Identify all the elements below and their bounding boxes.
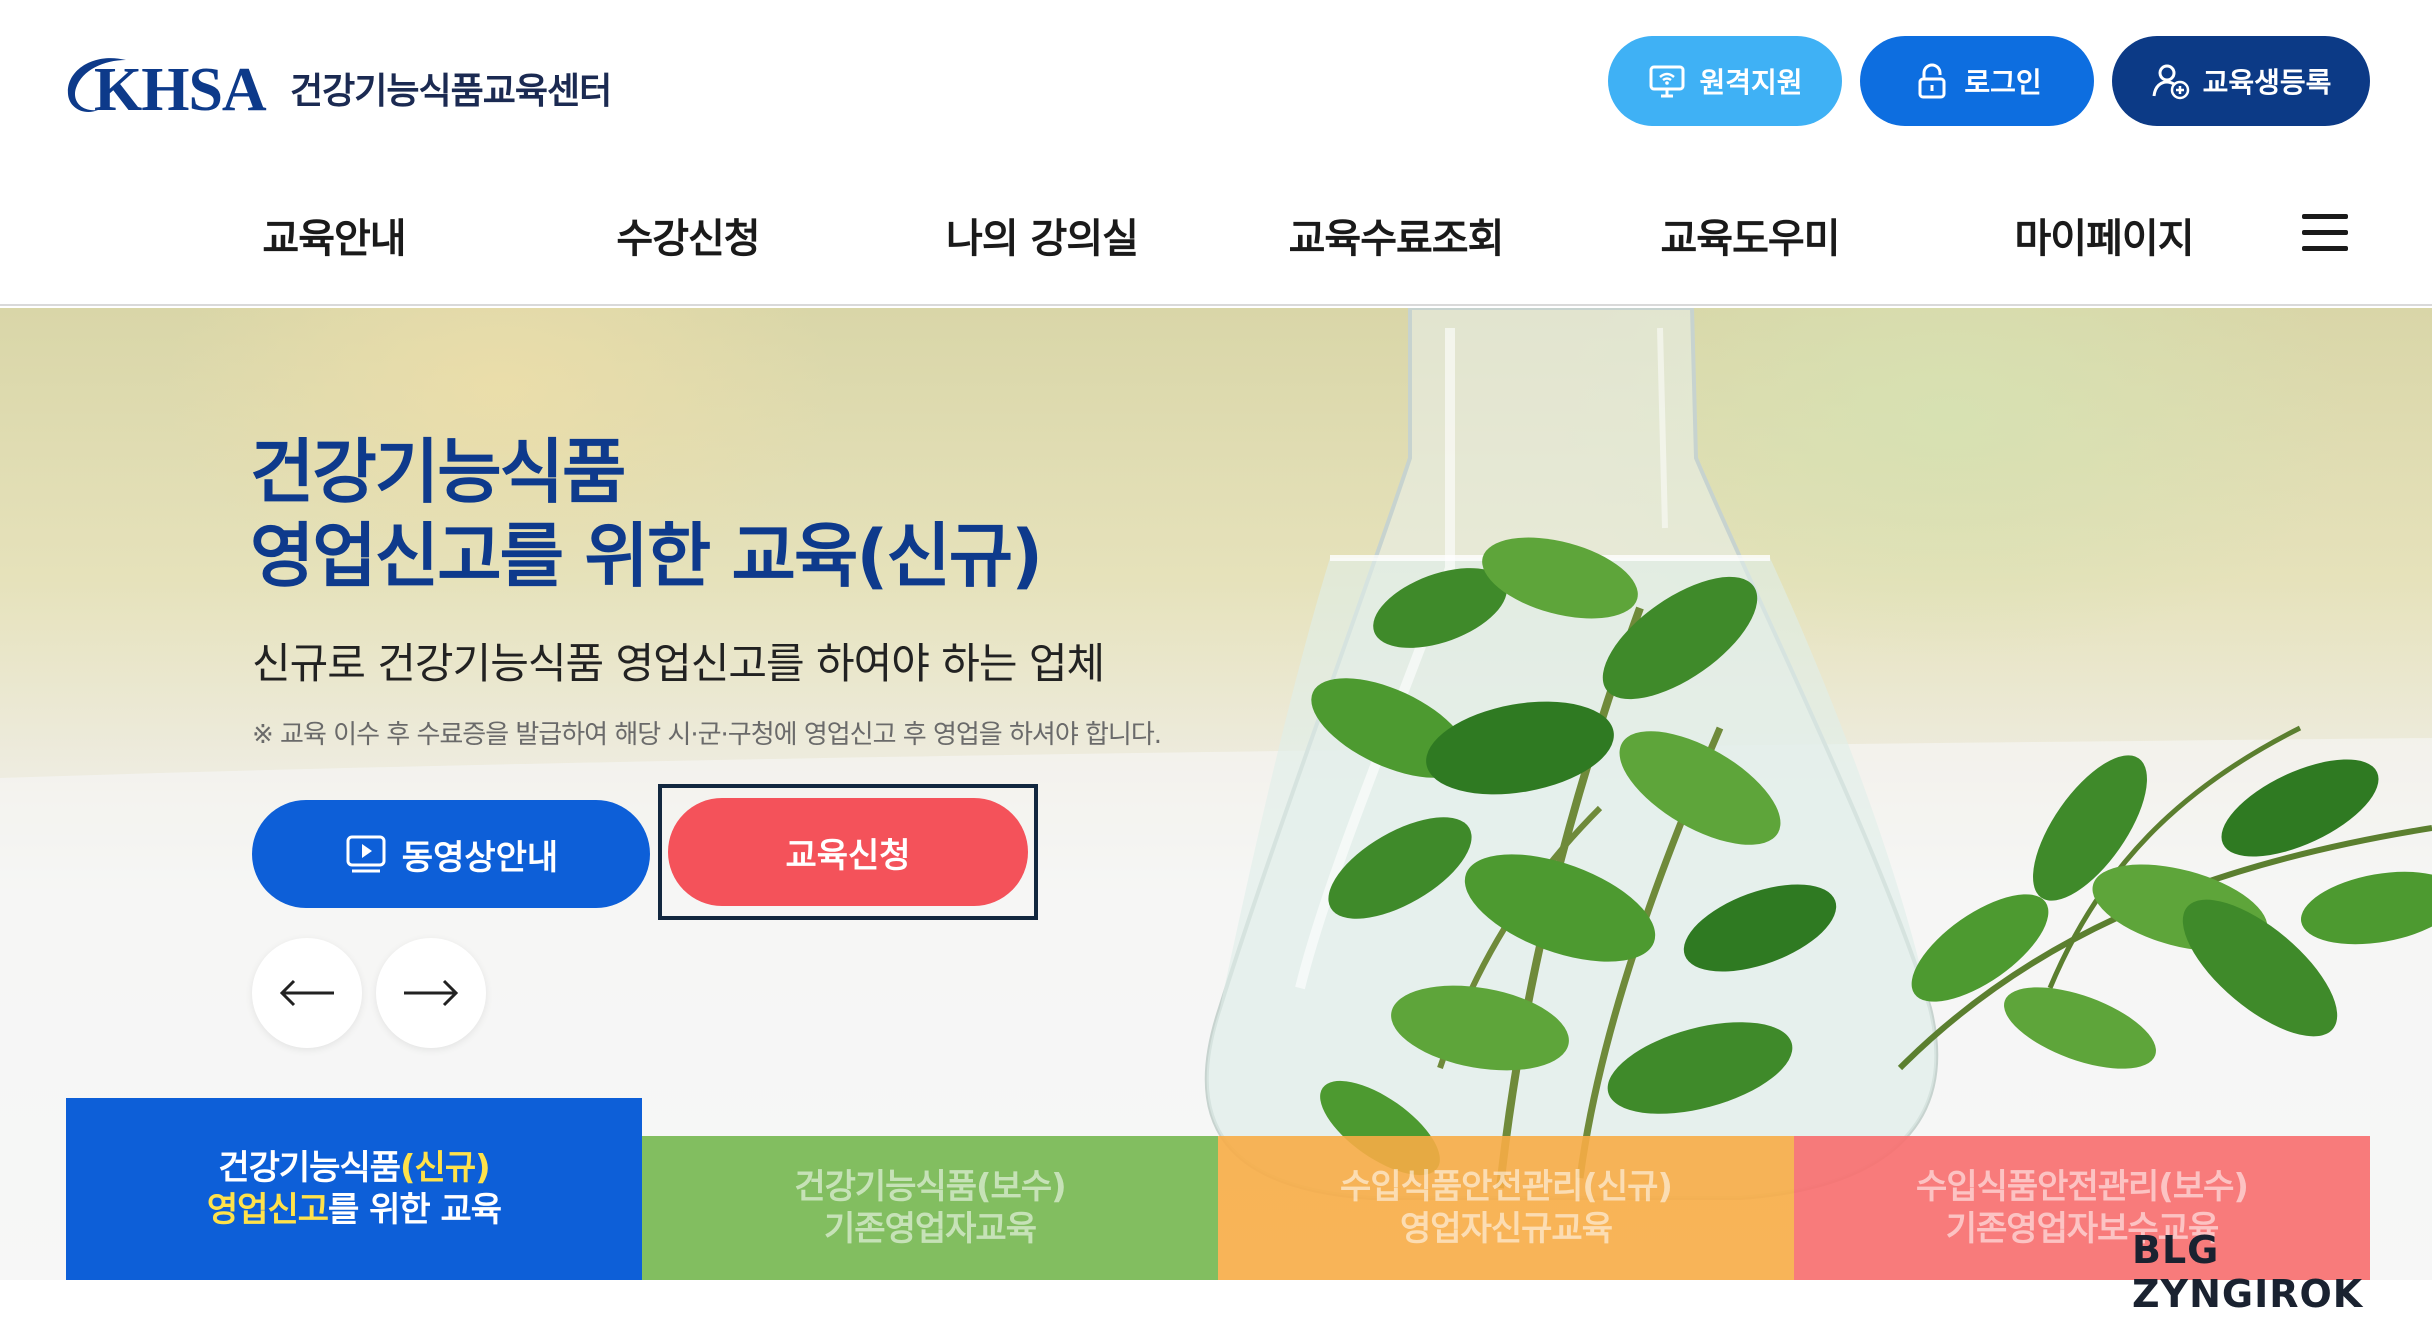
remote-support-button[interactable]: 원격지원 (1608, 36, 1842, 126)
tab-health-food-refresher[interactable]: 건강기능식품(보수) 기존영업자교육 (642, 1136, 1218, 1280)
apply-button-focus-frame: 교육신청 (658, 784, 1038, 920)
tab-3-line2: 영업자신규교육 (1400, 1209, 1613, 1249)
play-video-icon (346, 835, 386, 873)
tab-1-line2: 영업신고를 위한 교육 (206, 1189, 502, 1231)
register-label: 교육생등록 (2202, 66, 2332, 99)
tab-1-line1-text: 건강기능식품 (218, 1148, 401, 1188)
video-guide-label: 동영상안내 (401, 837, 559, 878)
user-add-icon (2152, 64, 2189, 100)
tab-health-food-new[interactable]: 건강기능식품(신규) 영업신고를 위한 교육 (66, 1098, 642, 1280)
login-label: 로그인 (1964, 66, 2042, 99)
hamburger-menu-icon[interactable] (2302, 214, 2348, 252)
main-navigation: 교육안내 수강신청 나의 강의실 교육수료조회 교육도우미 마이페이지 (0, 196, 2432, 276)
nav-item-education-helper[interactable]: 교육도우미 (1661, 206, 1841, 264)
tab-2-line1: 건강기능식품(보수) (794, 1167, 1066, 1207)
tab-1-line2-highlight: 영업신고 (206, 1190, 329, 1230)
logo-subtitle: 건강기능식품교육센터 (290, 71, 612, 112)
arrow-left-icon (279, 979, 334, 1007)
hero-banner: 건강기능식품 영업신고를 위한 교육(신규) 신규로 건강기능식품 영업신고를 … (0, 308, 2432, 1280)
lock-icon (1918, 63, 1946, 99)
course-tabs: 건강기능식품(신규) 영업신고를 위한 교육 건강기능식품(보수) 기존영업자교… (66, 1098, 2370, 1280)
video-guide-button[interactable]: 동영상안내 (252, 800, 650, 908)
hero-title-line2: 영업신고를 위한 교육(신규) (250, 515, 1043, 597)
tab-1-line1-highlight: (신규) (400, 1148, 491, 1188)
hero-note: ※ 교육 이수 후 수료증을 발급하여 해당 시·군·구청에 영업신고 후 영업… (252, 720, 1162, 750)
nav-item-completion-lookup[interactable]: 교육수료조회 (1289, 206, 1505, 264)
hero-subtitle: 신규로 건강기능식품 영업신고를 하여야 하는 업체 (252, 639, 1105, 688)
tab-1-line2-text: 를 위한 교육 (328, 1190, 502, 1230)
apply-education-button[interactable]: 교육신청 (668, 798, 1028, 906)
next-slide-button[interactable] (376, 938, 486, 1048)
arrow-right-icon (404, 979, 459, 1007)
tab-1-line1: 건강기능식품(신규) (218, 1147, 491, 1189)
tab-2-line2: 기존영업자교육 (824, 1209, 1037, 1249)
tab-4-line1: 수입식품안전관리(보수) (1916, 1167, 2249, 1207)
nav-item-mypage[interactable]: 마이페이지 (2015, 206, 2195, 264)
login-button[interactable]: 로그인 (1860, 36, 2094, 126)
site-logo[interactable]: KHSA 건강기능식품교육센터 (64, 48, 612, 124)
watermark-text: BLG ZYNGIROK (2132, 1228, 2364, 1316)
tab-imported-food-new[interactable]: 수입식품안전관리(신규) 영업자신규교육 (1218, 1136, 1794, 1280)
monitor-wifi-icon (1649, 65, 1685, 98)
logo-mark: KHSA (64, 48, 267, 124)
hero-title: 건강기능식품 영업신고를 위한 교육(신규) (250, 430, 1043, 598)
tab-3-line1: 수입식품안전관리(신규) (1340, 1167, 1673, 1207)
remote-support-label: 원격지원 (1699, 66, 1803, 99)
site-header: KHSA 건강기능식품교육센터 원격지원 로그인 교육생등록 교육안내 수강신청… (0, 0, 2432, 306)
prev-slide-button[interactable] (252, 938, 362, 1048)
nav-item-education-info[interactable]: 교육안내 (262, 206, 406, 264)
nav-item-course-apply[interactable]: 수강신청 (616, 206, 760, 264)
utility-buttons: 원격지원 로그인 교육생등록 (1608, 36, 2370, 126)
logo-text: KHSA (94, 56, 267, 124)
register-button[interactable]: 교육생등록 (2112, 36, 2370, 126)
hero-title-line1: 건강기능식품 (250, 431, 626, 513)
nav-item-my-classroom[interactable]: 나의 강의실 (946, 206, 1139, 264)
